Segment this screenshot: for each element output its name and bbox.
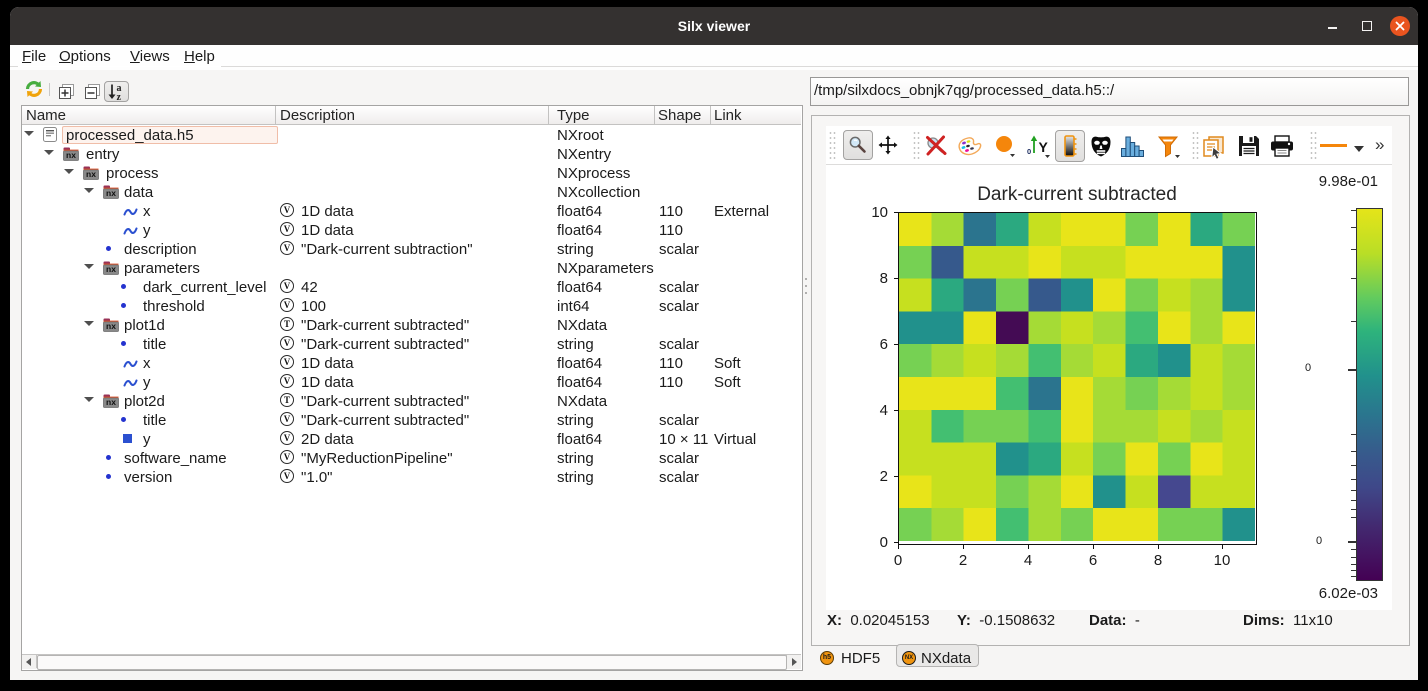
svg-text:z: z bbox=[117, 92, 122, 101]
svg-text:nx: nx bbox=[86, 169, 96, 179]
svg-text:Y: Y bbox=[1039, 139, 1049, 155]
svg-text:nx: nx bbox=[106, 321, 116, 331]
svg-text:0: 0 bbox=[1027, 147, 1031, 156]
svg-text:nx: nx bbox=[106, 188, 116, 198]
svg-text:nx: nx bbox=[106, 264, 116, 274]
svg-text:nx: nx bbox=[66, 150, 76, 160]
svg-text:nx: nx bbox=[106, 397, 116, 407]
